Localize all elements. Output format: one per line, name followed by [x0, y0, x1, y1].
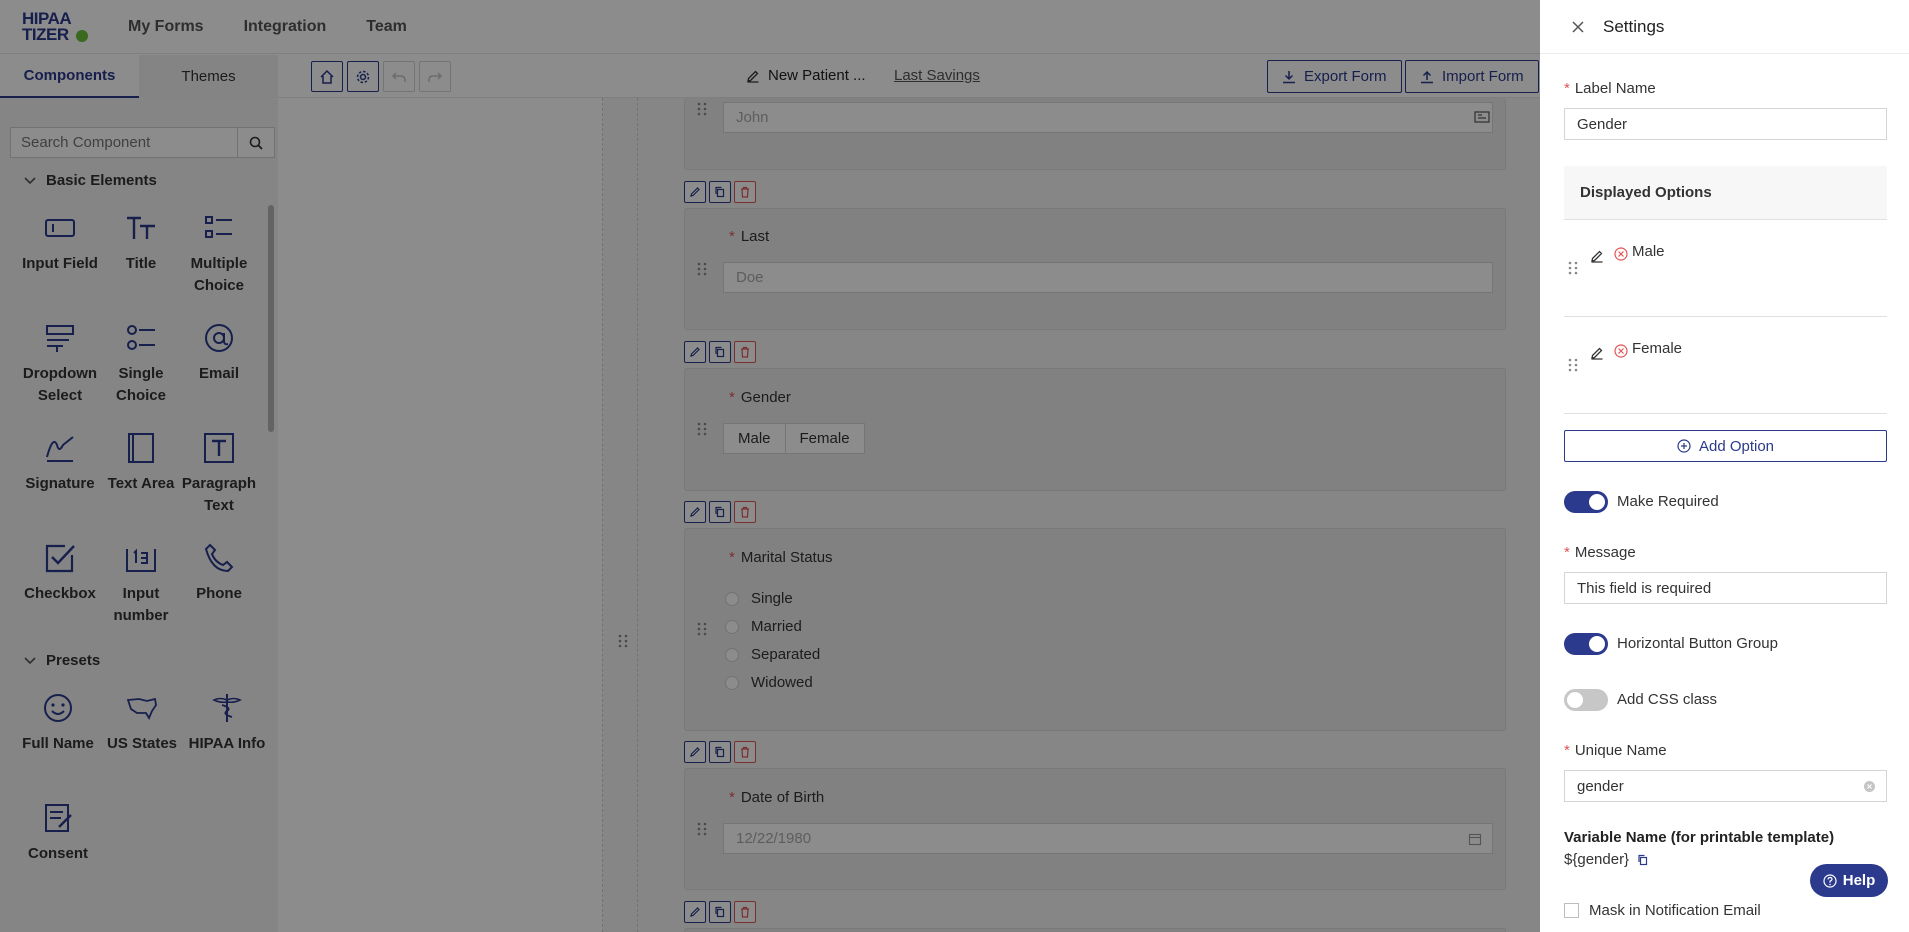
edit-icon[interactable] — [1590, 346, 1604, 360]
question-circle-icon — [1823, 873, 1837, 888]
settings-drawer: Settings * Label Name Gender Displayed Op… — [1540, 0, 1909, 932]
displayed-options-header: Displayed Options — [1564, 166, 1887, 220]
variable-name-text: ${gender} — [1564, 851, 1630, 868]
toggle-knob — [1589, 636, 1605, 652]
label-name-label: * Label Name — [1564, 80, 1656, 97]
horizontal-button-group-label: Horizontal Button Group — [1617, 635, 1778, 652]
toggle-knob — [1589, 494, 1605, 510]
mask-notification-email[interactable]: Mask in Notification Email — [1564, 902, 1761, 919]
add-css-class-toggle[interactable] — [1564, 689, 1608, 711]
help-label: Help — [1842, 872, 1876, 889]
remove-option-icon[interactable] — [1614, 344, 1628, 358]
unique-name-label: * Unique Name — [1564, 742, 1667, 759]
add-option-button[interactable]: Add Option — [1564, 430, 1887, 462]
drawer-header: Settings — [1540, 0, 1909, 54]
make-required-label: Make Required — [1617, 493, 1719, 510]
clear-input-icon[interactable] — [1864, 781, 1875, 792]
variable-name-label: Variable Name (for printable template) — [1564, 829, 1835, 846]
label-name-input[interactable]: Gender — [1564, 108, 1887, 140]
drawer-title: Settings — [1603, 16, 1665, 36]
copy-icon[interactable] — [1637, 854, 1649, 866]
edit-icon[interactable] — [1590, 249, 1604, 263]
add-css-class-label: Add CSS class — [1617, 691, 1718, 708]
drag-handle-icon[interactable] — [1568, 358, 1578, 372]
option-row-female: Female — [1564, 318, 1887, 414]
add-option-label: Add Option — [1698, 437, 1775, 455]
plus-circle-icon — [1677, 439, 1691, 453]
option-row-male: Male — [1564, 221, 1887, 317]
close-icon — [1572, 20, 1584, 33]
make-required-toggle[interactable] — [1564, 491, 1608, 513]
mask-label: Mask in Notification Email — [1589, 902, 1761, 919]
close-button[interactable] — [1569, 18, 1587, 36]
drawer-mask[interactable] — [0, 0, 1540, 932]
drag-handle-icon[interactable] — [1568, 261, 1578, 275]
remove-option-icon[interactable] — [1614, 247, 1628, 261]
option-name: Male — [1632, 243, 1665, 260]
option-name: Female — [1632, 340, 1683, 357]
variable-name-value: ${gender} — [1564, 851, 1649, 868]
message-label: * Message — [1564, 544, 1636, 561]
message-input[interactable]: This field is required — [1564, 572, 1887, 604]
horizontal-button-group-toggle[interactable] — [1564, 633, 1608, 655]
help-button[interactable]: Help — [1810, 864, 1888, 897]
toggle-knob — [1567, 692, 1583, 708]
unique-name-input[interactable]: gender — [1564, 770, 1887, 802]
checkbox[interactable] — [1564, 903, 1579, 918]
